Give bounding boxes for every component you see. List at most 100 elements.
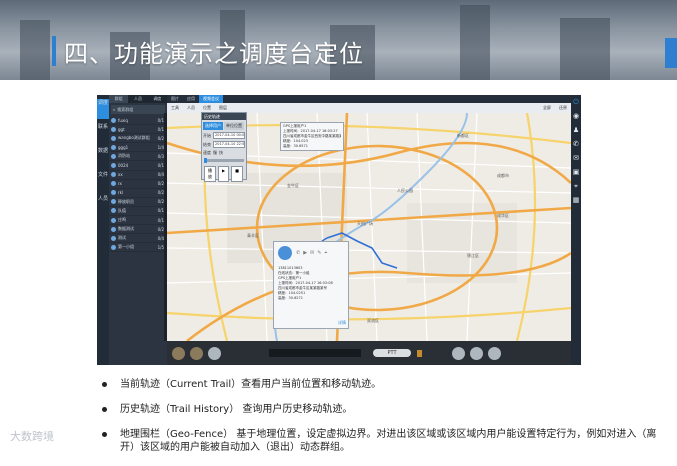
speaker-button[interactable] [488,346,501,360]
dialog-tabs: 选择用户 单位位置 [203,122,245,130]
group-row[interactable]: wangbo测试群组 0/2 [109,134,167,144]
view-tab[interactable]: 图片 [167,95,183,103]
location-icon[interactable]: ⌖ [324,250,327,256]
mute-button[interactable] [470,346,483,360]
phone-icon[interactable]: ✆ [571,137,581,151]
dialog-tab[interactable]: 单位位置 [224,122,244,130]
nav-item[interactable]: 调度 [97,99,109,119]
end-time-input[interactable]: 2017-04-10 22:56 [213,141,245,148]
nav-item[interactable]: 数据 [97,147,109,167]
volume-knob[interactable] [172,346,185,360]
call-icon[interactable]: ✆ [296,250,300,256]
bullet-dot [102,382,107,387]
slider-knob[interactable] [204,158,207,163]
dialog-tab[interactable]: 选择用户 [203,122,223,130]
video-icon[interactable]: ▣ [571,165,581,179]
group-icon [111,153,116,159]
toolbar-item[interactable]: 全屏 [539,105,555,111]
group-row[interactable]: rkl 0/2 [109,189,167,198]
people-icon[interactable]: ♟ [571,123,581,137]
panel-tab[interactable]: 群组 [109,95,129,103]
group-row[interactable]: fuxiq 0/1 [109,116,167,126]
group-name: 队值 [118,207,126,213]
view-tab[interactable]: 应用 [183,95,199,103]
group-icon [111,181,116,187]
bullet-text: 地理围栏（Geo-Fence） 基于地理位置，设定虚拟边界。对进出该区域或该区域… [120,429,657,453]
bullet-text: 当前轨迹（Current Trail）查看用户当前位置和移动轨迹。 [120,379,382,390]
toolbar-item[interactable]: 人员 [183,105,199,111]
video-icon[interactable]: ▶ [303,250,307,256]
group-row[interactable]: 释放职员 0/2 [109,198,167,207]
group-name: 释放职员 [118,198,134,204]
group-row[interactable]: rx 0/2 [109,180,167,189]
group-row[interactable]: 队值 0/1 [109,207,167,217]
nav-item[interactable]: 文件 [97,171,109,191]
bullet-dot [102,407,107,412]
group-row[interactable]: 测试 0/4 [109,234,167,244]
group-row[interactable]: ggg1 1/4 [109,143,167,153]
toolbar-item[interactable]: 还原 [555,105,571,111]
title-banner: 四、功能演示之调度台定位 [0,0,677,80]
hangup-button[interactable] [452,346,465,360]
group-list: fuxiq 0/1 ggt 0/1 wangbo测试群组 0/2 ggg1 1/4 消防站 0/3… [109,116,167,253]
speed-row: 速度 慢 快 [203,150,245,156]
settings-button[interactable] [208,346,221,360]
record-knob[interactable] [190,346,203,360]
group-icon [111,226,116,232]
group-name: rx [118,181,122,187]
feature-list: 当前轨迹（Current Trail）查看用户当前位置和移动轨迹。 历史轨迹（T… [100,378,670,466]
right-toolbar: ⏻ ◉ ♟ ✆ ✉ ▣ ⌖ ▦ [571,95,581,365]
details-link[interactable]: 详情 [338,320,346,326]
power-icon[interactable]: ⏻ [571,95,581,109]
image-icon[interactable]: ▦ [571,193,581,207]
panel-tab[interactable]: 调度 [148,95,167,103]
message-icon[interactable]: ✉ [310,250,314,256]
group-icon [111,172,116,178]
group-icon [111,208,116,214]
map-label: 人民公园 [397,188,413,193]
group-row[interactable]: ggt 0/1 [109,125,167,135]
mail-icon[interactable]: ✉ [571,151,581,165]
edit-icon[interactable]: ✎ [317,250,321,256]
end-time-row: 结束 2017-04-10 22:56 [203,141,245,148]
group-row[interactable]: 0024 0/1 [109,161,167,171]
user-icon[interactable]: ◉ [571,109,581,123]
group-name: ggt [118,126,125,132]
nav-item[interactable]: 人员 [97,195,109,215]
watermark-logo: 大数跨境 [10,430,54,443]
speed-slider[interactable] [204,158,244,163]
play-icon[interactable]: ▶ [218,166,230,182]
toolbar-item[interactable]: 图层 [215,105,231,111]
group-search-input[interactable]: ⌕ 搜索群组 [111,105,165,114]
map-label: 成华区 [497,213,509,218]
view-tab[interactable]: 视频会议 [199,95,223,103]
bullet-trail-history: 历史轨迹（Trail History） 查询用户历史移动轨迹。 [100,403,670,416]
group-name: 数据测试 [118,226,134,232]
toolbar-item[interactable]: 工具 [167,105,183,111]
map-label: 成都市 [497,173,509,178]
speed-label: 速度 [203,150,211,155]
ptt-button[interactable]: PTT [373,349,411,357]
group-name: 0024 [118,163,129,169]
start-time-input[interactable]: 2017-04-10 00:00 [213,132,245,139]
group-row[interactable]: 消防站 0/3 [109,152,167,162]
ptt-status-display [269,349,361,357]
gps-icon[interactable]: ⌖ [571,179,581,193]
popup-actions: ✆ ▶ ✉ ✎ ⌖ [296,250,330,256]
group-name: wangbo测试群组 [118,135,150,141]
group-row[interactable]: xx 0/4 [109,171,167,180]
bullet-current-trail: 当前轨迹（Current Trail）查看用户当前位置和移动轨迹。 [100,378,670,391]
toolbar-item[interactable]: 位置 [199,105,215,111]
nav-item[interactable]: 联系 [97,123,109,143]
group-row[interactable]: 庄鸣 0/1 [109,216,167,226]
stop-icon[interactable]: ■ [231,166,243,182]
map-label: 天府广场 [357,221,373,226]
panel-tab[interactable]: 人员 [128,95,147,103]
group-name: 消防站 [118,153,130,159]
dialog-title: 历史轨迹 [202,113,246,120]
group-row[interactable]: 第一小组 1/5 [109,243,167,253]
group-row[interactable]: 数据测试 0/2 [109,225,167,235]
banner-building [460,5,490,80]
group-icon [111,163,116,169]
play-button[interactable]: 播放 [204,166,216,182]
